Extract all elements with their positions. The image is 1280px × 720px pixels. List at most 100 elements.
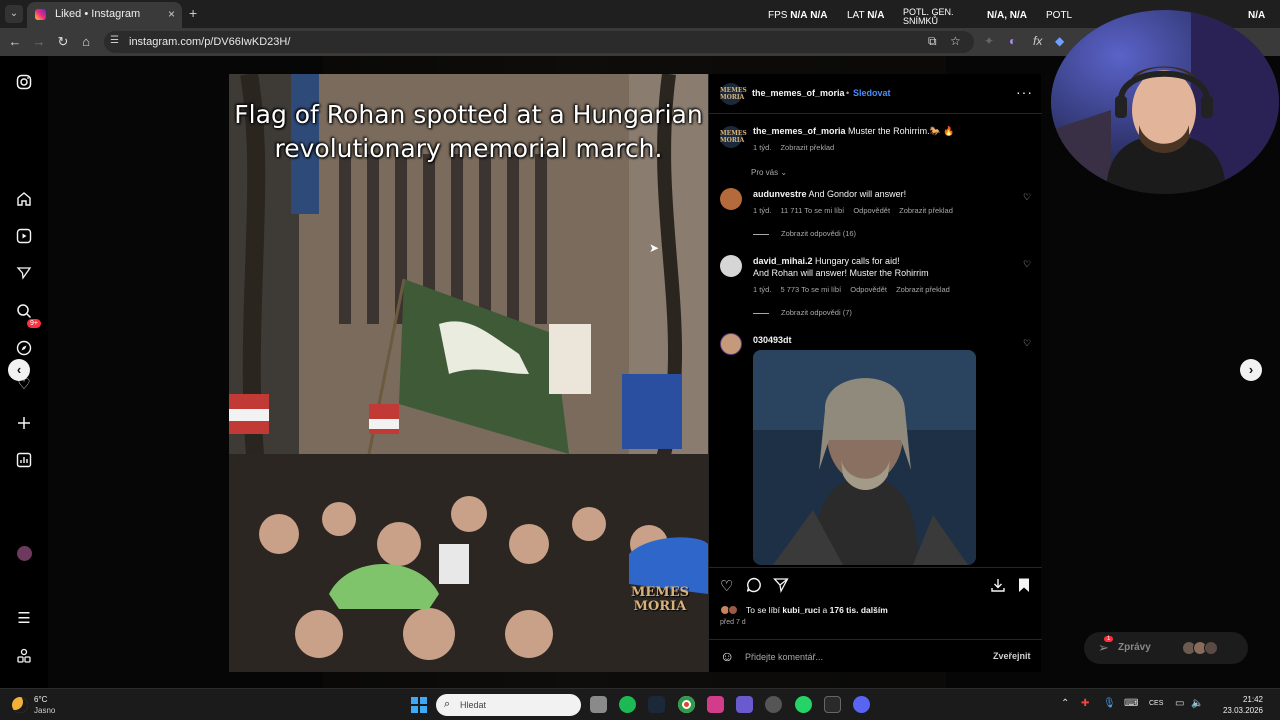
post-image[interactable]: Flag of Rohan spotted at a Hungarian rev… [229,74,708,672]
profile-avatar[interactable] [17,546,32,561]
comment-gif-image[interactable] [753,350,976,565]
likes-user[interactable]: kubi_ruci [782,605,820,615]
lat-value: N/A [867,10,885,21]
spotify-icon[interactable] [619,696,636,713]
windows-start-icon[interactable] [411,697,427,713]
previous-post-icon[interactable]: ‹ [8,359,30,381]
clock-date[interactable]: 23.03.2026 [1205,706,1263,715]
back-icon[interactable]: ← [7,34,23,50]
meta-icon[interactable] [16,648,32,664]
comment-translate-link[interactable]: Zobrazit překlad [896,285,950,294]
comment-avatar[interactable] [720,188,742,210]
likes-summary[interactable]: To se líbí kubi_ruci a 176 tis. dalším [746,605,888,615]
whatsapp-icon[interactable] [795,696,812,713]
weather-temperature[interactable]: 6°C [34,695,47,704]
address-bar[interactable]: ☰ instagram.com/p/DV66IwKD23H/ ⧉ ☆ [104,31,974,53]
comment-input[interactable] [745,649,985,665]
overlay-potl: POTL. GEN. SNÍMKŮ [903,8,954,26]
comment-reply-link[interactable]: Odpovědět [850,285,887,294]
plus-icon[interactable] [16,415,32,431]
comment-avatar[interactable] [720,255,742,277]
likes-count[interactable]: 176 tis. dalším [830,605,888,615]
tray-app-icon[interactable]: ✚ [1081,698,1089,709]
chrome-icon[interactable] [678,696,695,713]
instagram-icon[interactable] [16,74,32,90]
emoji-icon[interactable]: ☺ [720,648,734,664]
home-icon[interactable]: ⌂ [78,34,94,50]
home-icon[interactable] [16,191,32,207]
menu-icon[interactable]: ☰ [16,611,32,627]
steam-icon[interactable] [648,696,665,713]
comment-translate-link[interactable]: Zobrazit překlad [899,206,953,215]
forward-icon[interactable]: → [31,34,47,50]
microphone-icon[interactable]: 🎙 [1103,698,1116,709]
browser-tab-active[interactable]: Liked • Instagram × [27,2,182,28]
clock-time[interactable]: 21:42 [1215,695,1263,704]
description-text: Muster the Rohirrim.🐎 🔥 [845,126,955,136]
messages-pill[interactable]: ➢ 1 Zprávy [1084,632,1248,664]
reels-icon[interactable] [16,228,32,244]
next-post-icon[interactable]: › [1240,359,1262,381]
description-translate-link[interactable]: Zobrazit překlad [780,143,834,152]
messages-icon[interactable] [16,265,32,281]
description-avatar[interactable]: MEMES MORIA [720,126,747,148]
like-heart-icon[interactable]: ♡ [720,577,733,595]
comment-reply-link[interactable]: Odpovědět [853,206,890,215]
bookmark-saved-icon[interactable] [1017,577,1031,597]
new-tab-button[interactable]: + [189,5,197,21]
description-author[interactable]: the_memes_of_moria [753,126,846,136]
comment-avatar[interactable] [720,333,742,355]
view-replies-link[interactable]: Zobrazit odpovědi (7) [753,308,852,317]
url-text[interactable]: instagram.com/p/DV66IwKD23H/ [129,36,290,48]
post-comment-button[interactable]: Zveřejnit [993,651,1031,661]
bookmark-star-icon[interactable]: ☆ [950,34,961,48]
site-info-icon[interactable]: ☰ [110,35,119,46]
windows-taskbar: 6°C Jasno ⌕ Hledat ⌃ ✚ 🎙 ⌨ CES ▭ 🔈 21:42… [0,688,1280,720]
weather-moon-icon[interactable] [12,697,28,713]
dashboard-icon[interactable] [16,452,32,468]
author-username[interactable]: the_memes_of_moria [752,88,845,98]
share-send-icon[interactable] [773,577,789,597]
volume-icon[interactable]: 🔈 [1191,698,1203,709]
extension-icon-3[interactable]: ◆ [1055,34,1064,48]
epic-games-icon[interactable] [824,696,841,713]
save-disk-icon[interactable] [736,696,753,713]
weather-description[interactable]: Jasno [34,706,55,715]
comment-author[interactable]: david_mihai.2 [753,256,813,266]
tray-overflow-icon[interactable]: ⌃ [1061,698,1069,709]
instagram-app-icon[interactable] [707,696,724,713]
extension-fx-icon[interactable]: fx [1033,34,1042,48]
reload-icon[interactable]: ↻ [55,34,71,50]
taskbar-search[interactable]: ⌕ Hledat [436,694,581,716]
discord-icon[interactable] [853,696,870,713]
search-icon[interactable] [16,303,32,319]
settings-gear-icon[interactable] [765,696,782,713]
comment-author[interactable]: audunvestre [753,189,807,199]
input-language[interactable]: CES [1149,700,1163,707]
extension-icon[interactable]: ✦ [984,34,994,48]
task-view-icon[interactable] [590,696,607,713]
comment-like-heart-icon[interactable]: ♡ [1023,192,1031,203]
comment-sort-dropdown[interactable]: Pro vás ⌄ [751,168,787,177]
explore-icon[interactable] [16,340,32,356]
network-icon[interactable]: ▭ [1175,698,1184,709]
install-app-icon[interactable]: ⧉ [928,34,937,49]
extension-icon-2[interactable]: ◐ [1009,34,1016,48]
comment-author[interactable]: 030493dt [753,335,792,345]
more-options-icon[interactable]: ··· [1016,84,1033,100]
tab-close-icon[interactable]: × [168,7,175,21]
tab-list-button[interactable]: ⌄ [5,5,23,23]
author-avatar[interactable]: MEMES MORIA [720,83,747,105]
keyboard-icon[interactable]: ⌨ [1124,698,1138,709]
follow-button[interactable]: Sledovat [853,88,891,98]
notification-badge: 9+ [27,319,41,328]
download-icon[interactable] [990,577,1006,597]
comment-like-heart-icon[interactable]: ♡ [1023,259,1031,270]
comment-likes[interactable]: 11 711 To se mi líbí [780,206,844,215]
view-replies-link[interactable]: Zobrazit odpovědi (16) [753,229,856,238]
comment-bubble-icon[interactable] [746,577,762,597]
comment-likes[interactable]: 5 773 To se mi líbí [780,285,841,294]
taskbar-search-icon: ⌕ [444,698,451,710]
comment-like-heart-icon[interactable]: ♡ [1023,338,1031,349]
overlay-fps: FPS N/A N/A [768,10,827,21]
